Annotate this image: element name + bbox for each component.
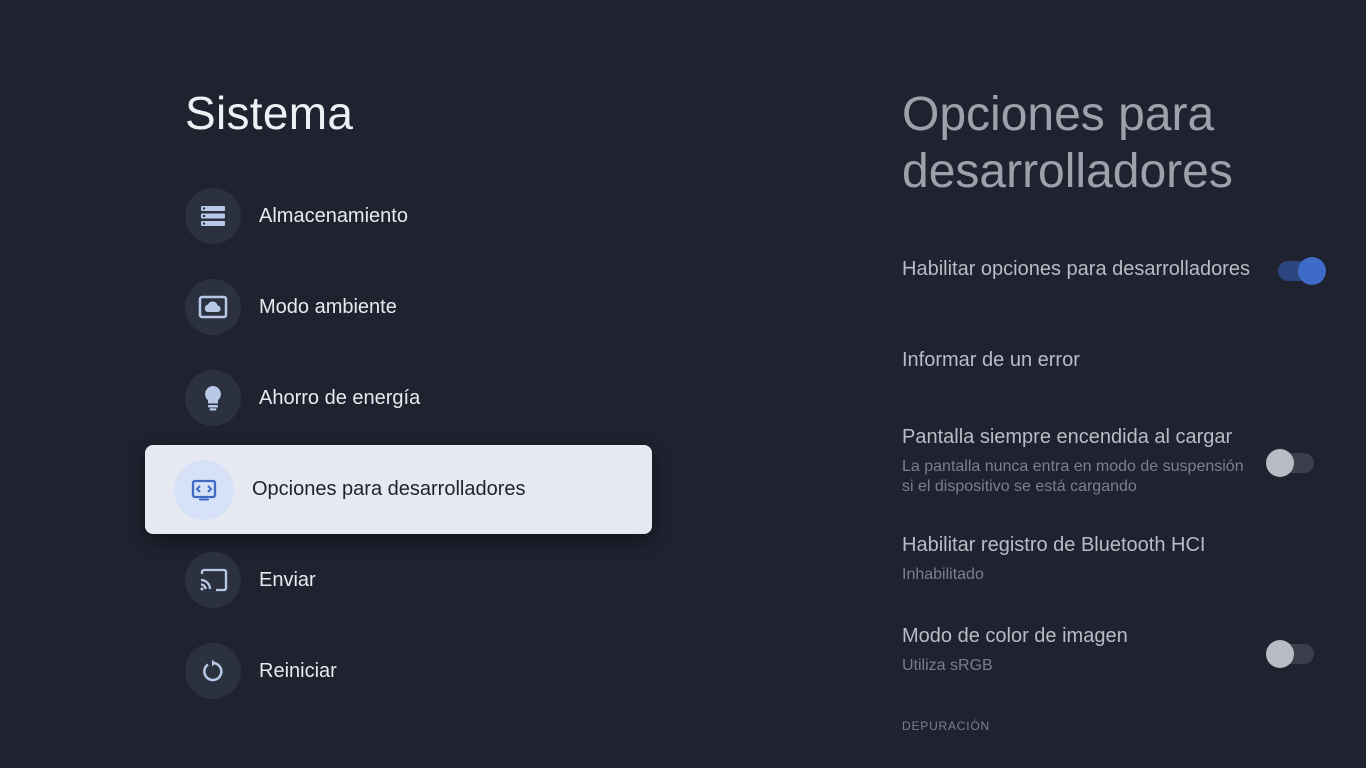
menu-item-cast[interactable]: Enviar: [185, 552, 645, 608]
developer-options-toggle[interactable]: [1278, 257, 1326, 285]
menu-item-energy-saving[interactable]: Ahorro de energía: [185, 370, 645, 426]
menu-item-ambient-mode[interactable]: Modo ambiente: [185, 279, 645, 335]
setting-title: Informar de un error: [902, 349, 1080, 371]
menu-item-developer-options[interactable]: Opciones para desarrolladores: [145, 445, 652, 534]
setting-title: Pantalla siempre encendida al cargar: [902, 426, 1233, 448]
menu-label-storage: Almacenamiento: [259, 204, 408, 227]
menu-item-restart[interactable]: Reiniciar: [185, 643, 645, 699]
setting-bluetooth-hci-log[interactable]: Habilitar registro de Bluetooth HCI Inha…: [902, 534, 1342, 585]
setting-bug-report[interactable]: Informar de un error: [902, 349, 1342, 372]
setting-subtitle: Utiliza sRGB: [902, 657, 993, 674]
developer-options-icon: [174, 459, 234, 520]
menu-label-developer-options: Opciones para desarrolladores: [252, 478, 526, 500]
setting-enable-developer-options[interactable]: Habilitar opciones para desarrolladores: [902, 258, 1342, 281]
picture-color-mode-toggle[interactable]: [1266, 640, 1314, 668]
setting-subtitle: Inhabilitado: [902, 566, 984, 583]
restart-icon: [185, 643, 241, 699]
setting-subtitle: La pantalla nunca entra en modo de suspe…: [902, 458, 1244, 495]
menu-label-energy-saving: Ahorro de energía: [259, 386, 421, 409]
toggle-thumb: [1266, 449, 1294, 477]
setting-title: Habilitar registro de Bluetooth HCI: [902, 534, 1206, 556]
toggle-thumb: [1298, 257, 1326, 285]
ambient-mode-icon: [185, 279, 241, 335]
toggle-thumb: [1266, 640, 1294, 668]
menu-item-storage[interactable]: Almacenamiento: [185, 188, 645, 244]
page-title: Opciones para desarrolladores: [902, 88, 1233, 198]
cast-icon: [185, 552, 241, 608]
stay-awake-toggle[interactable]: [1266, 449, 1314, 477]
debugging-section-label: DEPURACIÓN: [902, 719, 991, 733]
menu-label-ambient-mode: Modo ambiente: [259, 295, 397, 318]
system-title: Sistema: [185, 87, 354, 139]
setting-title: Habilitar opciones para desarrolladores: [902, 258, 1250, 280]
storage-icon: [185, 188, 241, 244]
menu-label-cast: Enviar: [259, 568, 316, 591]
lightbulb-icon: [185, 370, 241, 426]
menu-label-restart: Reiniciar: [259, 659, 337, 682]
